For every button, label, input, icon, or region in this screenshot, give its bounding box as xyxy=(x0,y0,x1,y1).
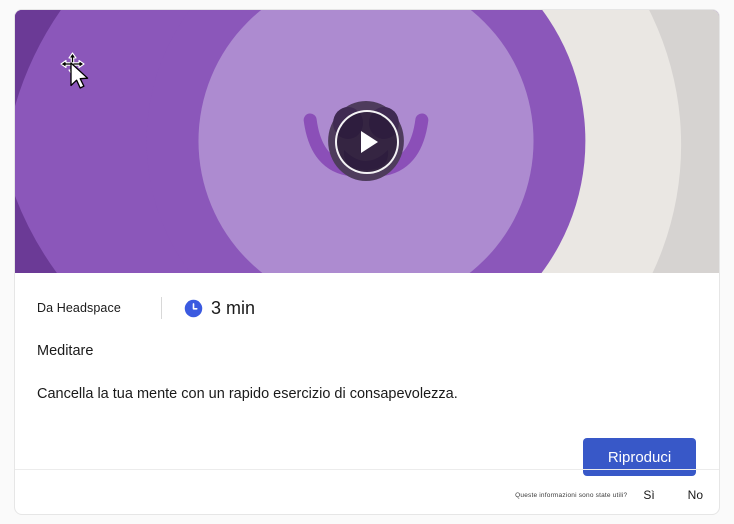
card-title: Meditare xyxy=(37,343,94,359)
feedback-question: Queste informazioni sono state utili? xyxy=(515,491,628,499)
hero-thumbnail[interactable] xyxy=(15,10,719,273)
footer-divider xyxy=(15,469,719,470)
source-label: Da Headspace xyxy=(37,301,121,315)
play-button[interactable] xyxy=(335,109,399,174)
play-action-button[interactable]: Riproduci xyxy=(583,438,696,476)
feedback-no-button[interactable]: No xyxy=(688,488,703,502)
card-body: Da Headspace 3 min Meditare Cancella la … xyxy=(15,273,719,476)
feedback-row: Queste informazioni sono state utili? Sì… xyxy=(515,488,703,502)
media-card: Da Headspace 3 min Meditare Cancella la … xyxy=(14,9,720,515)
meta-divider xyxy=(161,297,162,319)
meta-row: Da Headspace 3 min xyxy=(37,295,697,321)
play-icon xyxy=(361,130,378,153)
clock-icon xyxy=(184,299,203,317)
card-description: Cancella la tua mente con un rapido eser… xyxy=(37,386,458,402)
duration-text: 3 min xyxy=(211,297,256,318)
action-row: Riproduci xyxy=(37,438,697,476)
duration-group: 3 min xyxy=(184,298,255,319)
feedback-yes-button[interactable]: Sì xyxy=(643,488,654,502)
